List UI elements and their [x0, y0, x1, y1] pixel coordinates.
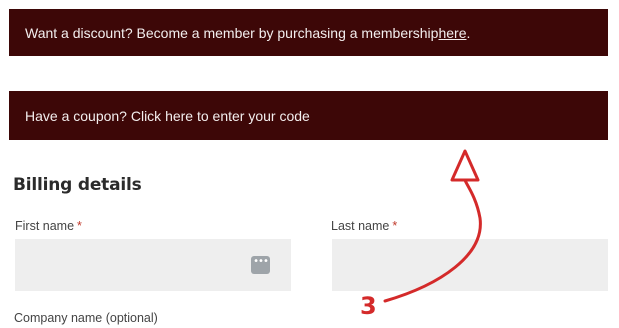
first-name-field[interactable]: [15, 239, 291, 291]
first-name-required-mark: *: [77, 219, 82, 233]
last-name-field[interactable]: [332, 239, 608, 291]
first-name-label-text: First name: [15, 219, 75, 233]
company-name-label: Company name (optional): [14, 311, 158, 325]
coupon-banner-text[interactable]: Have a coupon? Click here to enter your …: [25, 108, 310, 124]
annotation-step-number: 3: [360, 292, 377, 320]
last-name-required-mark: *: [392, 219, 398, 233]
last-name-label-text: Last name: [331, 219, 390, 233]
autofill-dots-icon[interactable]: •••: [251, 256, 270, 274]
annotation-arrowhead: [450, 149, 480, 182]
membership-discount-period: .: [466, 24, 471, 41]
coupon-banner[interactable]: Have a coupon? Click here to enter your …: [9, 91, 608, 140]
membership-discount-banner: Want a discount? Become a member by purc…: [9, 9, 608, 56]
first-name-label: First name *: [15, 219, 82, 233]
billing-details-heading: Billing details: [13, 175, 142, 195]
membership-discount-text: Want a discount? Become a member by purc…: [25, 24, 439, 41]
last-name-label: Last name *: [331, 219, 397, 233]
membership-here-link[interactable]: here: [438, 25, 466, 41]
